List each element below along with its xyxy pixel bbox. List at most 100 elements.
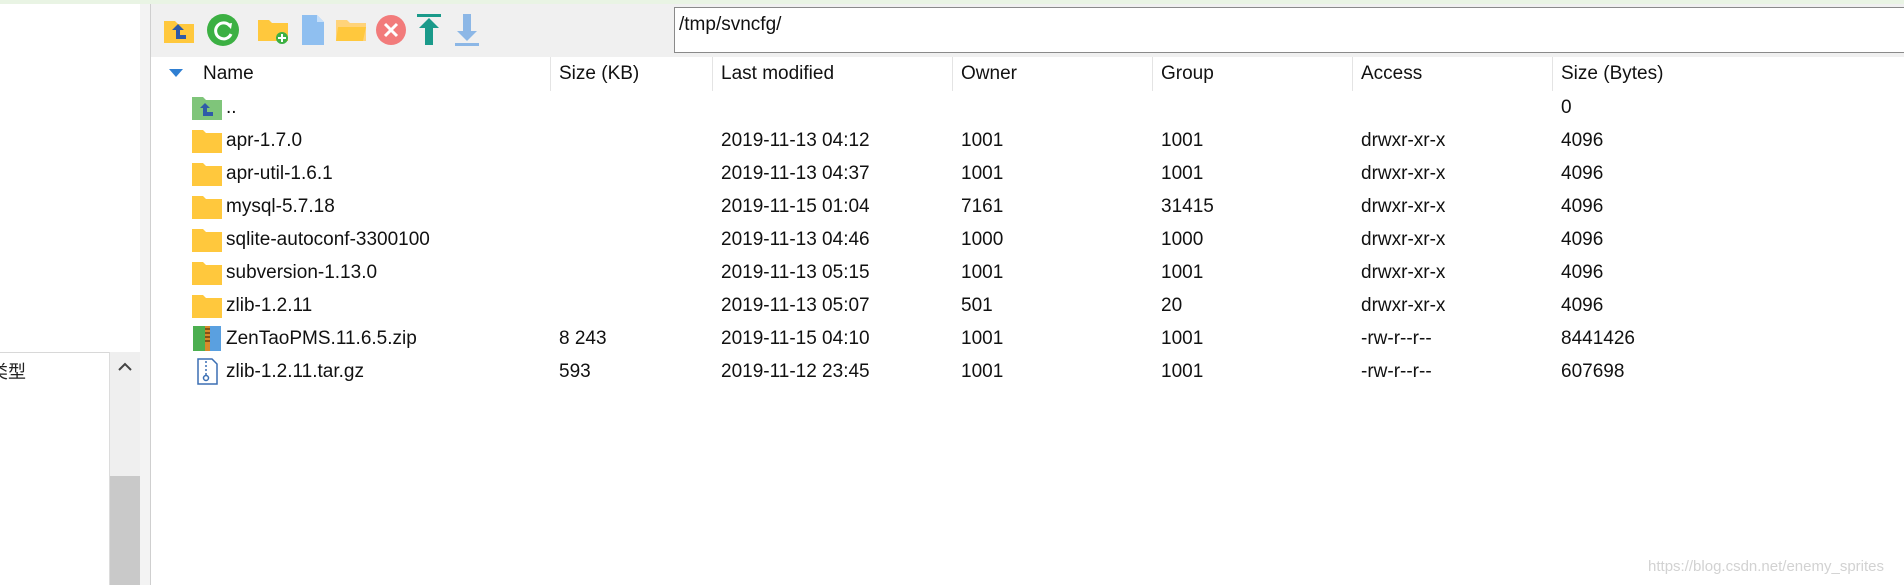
delete-icon bbox=[376, 15, 406, 45]
file-owner: 1001 bbox=[961, 361, 1004, 382]
parent-folder-button[interactable] bbox=[159, 10, 199, 50]
file-access: drwxr-xr-x bbox=[1361, 163, 1446, 184]
file-access: drwxr-xr-x bbox=[1361, 130, 1446, 151]
file-owner: 1000 bbox=[961, 229, 1004, 250]
list-item[interactable]: ZenTaoPMS.11.6.5.zip 8 243 2019-11-15 04… bbox=[151, 322, 1904, 355]
file-owner: 1001 bbox=[961, 163, 1004, 184]
file-access: drwxr-xr-x bbox=[1361, 295, 1446, 316]
watermark: https://blog.csdn.net/enemy_sprites bbox=[1648, 558, 1884, 575]
column-header-name[interactable]: Name bbox=[151, 57, 551, 91]
pane-splitter[interactable] bbox=[140, 4, 151, 585]
column-header-last-modified[interactable]: Last modified bbox=[713, 57, 953, 91]
file-owner: 1001 bbox=[961, 262, 1004, 283]
file-group: 1001 bbox=[1161, 361, 1204, 382]
file-name: zlib-1.2.11 bbox=[226, 295, 313, 316]
new-file-icon bbox=[302, 15, 324, 45]
list-item[interactable]: subversion-1.13.0 2019-11-13 05:15 1001 … bbox=[151, 256, 1904, 289]
file-name: subversion-1.13.0 bbox=[226, 262, 378, 283]
parent-folder-icon bbox=[164, 21, 194, 43]
refresh-button[interactable] bbox=[203, 10, 243, 50]
new-folder-button[interactable] bbox=[253, 10, 293, 50]
file-modified: 2019-11-13 04:46 bbox=[721, 229, 870, 250]
toolbar: /tmp/svncfg/ bbox=[151, 4, 1904, 57]
path-input[interactable]: /tmp/svncfg/ bbox=[674, 7, 1904, 53]
left-column-header[interactable]: 类型 bbox=[0, 352, 109, 383]
download-button[interactable] bbox=[447, 10, 487, 50]
folder-icon bbox=[192, 130, 222, 153]
list-item[interactable]: apr-1.7.0 2019-11-13 04:12 1001 1001 drw… bbox=[151, 124, 1904, 157]
archive-file-icon bbox=[197, 358, 218, 385]
file-access: drwxr-xr-x bbox=[1361, 262, 1446, 283]
file-size-bytes: 0 bbox=[1561, 97, 1572, 118]
file-owner: 7161 bbox=[961, 196, 1004, 217]
parent-directory-icon bbox=[192, 97, 222, 120]
file-size-bytes: 4096 bbox=[1561, 196, 1604, 217]
file-group: 1000 bbox=[1161, 229, 1204, 250]
new-file-button[interactable] bbox=[293, 10, 333, 50]
file-modified: 2019-11-13 04:12 bbox=[721, 130, 870, 151]
left-panel: 类型 bbox=[0, 4, 141, 585]
download-icon bbox=[455, 14, 479, 46]
list-item[interactable]: zlib-1.2.11 2019-11-13 05:07 501 20 drwx… bbox=[151, 289, 1904, 322]
folder-icon bbox=[192, 196, 222, 219]
file-group: 1001 bbox=[1161, 163, 1204, 184]
file-modified: 2019-11-13 04:37 bbox=[721, 163, 870, 184]
file-size-kb: 8 243 bbox=[559, 328, 607, 349]
file-modified: 2019-11-15 04:10 bbox=[721, 328, 870, 349]
file-owner: 1001 bbox=[961, 328, 1004, 349]
scrollbar-thumb[interactable] bbox=[110, 476, 140, 585]
scroll-up-button[interactable] bbox=[110, 352, 140, 382]
file-group: 1001 bbox=[1161, 130, 1204, 151]
left-scrollbar[interactable] bbox=[109, 352, 140, 585]
list-item[interactable]: zlib-1.2.11.tar.gz 593 2019-11-12 23:45 … bbox=[151, 355, 1904, 388]
file-group: 1001 bbox=[1161, 262, 1204, 283]
upload-icon bbox=[417, 14, 441, 45]
new-folder-icon bbox=[258, 20, 288, 44]
file-access: drwxr-xr-x bbox=[1361, 229, 1446, 250]
file-modified: 2019-11-15 01:04 bbox=[721, 196, 870, 217]
column-header-row: Name Size (KB) Last modified Owner Group… bbox=[151, 57, 1904, 91]
file-group: 1001 bbox=[1161, 328, 1204, 349]
file-list: Name Size (KB) Last modified Owner Group… bbox=[151, 57, 1904, 585]
file-size-bytes: 4096 bbox=[1561, 163, 1604, 184]
folder-icon bbox=[192, 262, 222, 285]
file-size-bytes: 4096 bbox=[1561, 130, 1604, 151]
file-size-bytes: 4096 bbox=[1561, 262, 1604, 283]
open-folder-button[interactable] bbox=[331, 10, 371, 50]
file-name: apr-util-1.6.1 bbox=[226, 163, 333, 184]
file-name: mysql-5.7.18 bbox=[226, 196, 335, 217]
column-header-group[interactable]: Group bbox=[1153, 57, 1353, 91]
file-modified: 2019-11-13 05:15 bbox=[721, 262, 870, 283]
column-header-access[interactable]: Access bbox=[1353, 57, 1553, 91]
file-access: -rw-r--r-- bbox=[1361, 328, 1432, 349]
file-modified: 2019-11-13 05:07 bbox=[721, 295, 870, 316]
file-size-bytes: 8441426 bbox=[1561, 328, 1635, 349]
list-item[interactable]: mysql-5.7.18 2019-11-15 01:04 7161 31415… bbox=[151, 190, 1904, 223]
file-size-kb: 593 bbox=[559, 361, 591, 382]
folder-icon bbox=[192, 295, 222, 318]
column-header-owner[interactable]: Owner bbox=[953, 57, 1153, 91]
column-header-size-kb[interactable]: Size (KB) bbox=[551, 57, 713, 91]
column-header-size-bytes[interactable]: Size (Bytes) bbox=[1553, 57, 1904, 91]
file-access: -rw-r--r-- bbox=[1361, 361, 1432, 382]
list-item[interactable]: .. 0 bbox=[151, 91, 1904, 124]
list-item[interactable]: apr-util-1.6.1 2019-11-13 04:37 1001 100… bbox=[151, 157, 1904, 190]
file-name: ZenTaoPMS.11.6.5.zip bbox=[226, 328, 417, 349]
file-name: zlib-1.2.11.tar.gz bbox=[226, 361, 365, 382]
file-size-bytes: 607698 bbox=[1561, 361, 1625, 382]
refresh-icon bbox=[207, 14, 239, 46]
list-item[interactable]: sqlite-autoconf-3300100 2019-11-13 04:46… bbox=[151, 223, 1904, 256]
file-access: drwxr-xr-x bbox=[1361, 196, 1446, 217]
file-size-bytes: 4096 bbox=[1561, 229, 1604, 250]
delete-button[interactable] bbox=[371, 10, 411, 50]
chevron-up-icon bbox=[118, 362, 132, 371]
file-modified: 2019-11-12 23:45 bbox=[721, 361, 870, 382]
zip-archive-icon bbox=[193, 326, 221, 351]
file-size-bytes: 4096 bbox=[1561, 295, 1604, 316]
file-name: sqlite-autoconf-3300100 bbox=[226, 229, 430, 250]
folder-icon bbox=[192, 163, 222, 186]
file-name: apr-1.7.0 bbox=[226, 130, 303, 151]
file-owner: 501 bbox=[961, 295, 993, 316]
upload-button[interactable] bbox=[409, 10, 449, 50]
open-folder-icon bbox=[336, 20, 366, 41]
